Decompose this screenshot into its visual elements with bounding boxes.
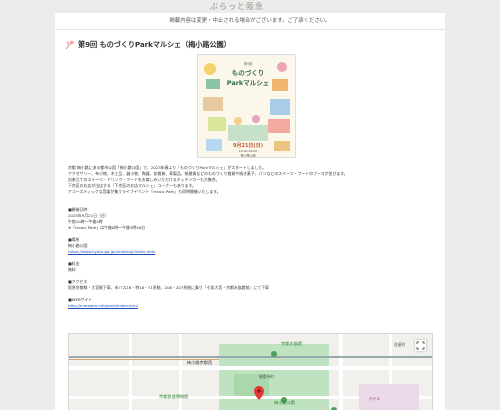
fullscreen-icon bbox=[416, 341, 425, 350]
fullscreen-button[interactable] bbox=[415, 340, 426, 351]
page-title: 第9回 ものづくりParkマルシェ（梅小路公園） bbox=[78, 40, 231, 49]
poster-time: 10:00-16:00 bbox=[239, 149, 257, 153]
web-link[interactable]: http://monooro.info/park/index.html bbox=[68, 303, 138, 308]
flower-icon bbox=[65, 40, 74, 50]
map-label-aquarium: 京都水族館 bbox=[281, 340, 302, 347]
google-map[interactable]: 京都水族館 梅小路京都西 観喜寺町 梅小路公園 京都鉄道博物館 花屋町 ホテル bbox=[68, 333, 433, 410]
page-content: 掲載内容は変更・中止される場合がございます。ご了承ください。 第9回 ものづくり… bbox=[55, 13, 445, 410]
top-bar: ぶらっと阪急 bbox=[0, 0, 500, 13]
event-description: 京都 梅小路にある都市公園「梅小路公園」で、2023年春より「ものづくりPark… bbox=[68, 165, 428, 309]
poster-title-line2: Parkマルシェ bbox=[227, 79, 270, 87]
map-label-railway-museum: 京都鉄道博物館 bbox=[159, 393, 188, 400]
brand-logo[interactable]: ぶらっと阪急 bbox=[210, 1, 264, 12]
map-label-park: 梅小路公園 bbox=[274, 399, 295, 406]
map-label-kankiji: 観喜寺町 bbox=[259, 374, 274, 379]
map-label-hotel: ホテル bbox=[369, 396, 381, 401]
poster-title-line1: ものづくり bbox=[232, 68, 265, 77]
poster-number: 第9回 bbox=[244, 61, 252, 66]
map-label-station: 梅小路京都西 bbox=[187, 359, 212, 366]
notice-banner: 掲載内容は変更・中止される場合がございます。ご了承ください。 bbox=[55, 13, 445, 30]
event-poster-image: 第9回 ものづくり Parkマルシェ 9月21日(日) 10:00-16:00 … bbox=[197, 54, 296, 158]
map-label-hanayacho: 花屋町 bbox=[394, 342, 406, 347]
event-title-row: 第9回 ものづくりParkマルシェ（梅小路公園） bbox=[65, 39, 231, 51]
poster-date: 9月21日(日) bbox=[233, 142, 263, 149]
poster-venue: 梅小路公園 bbox=[240, 153, 255, 158]
venue-link[interactable]: https://www.kyoto-ga.jp/umekouji/index.h… bbox=[68, 249, 155, 254]
